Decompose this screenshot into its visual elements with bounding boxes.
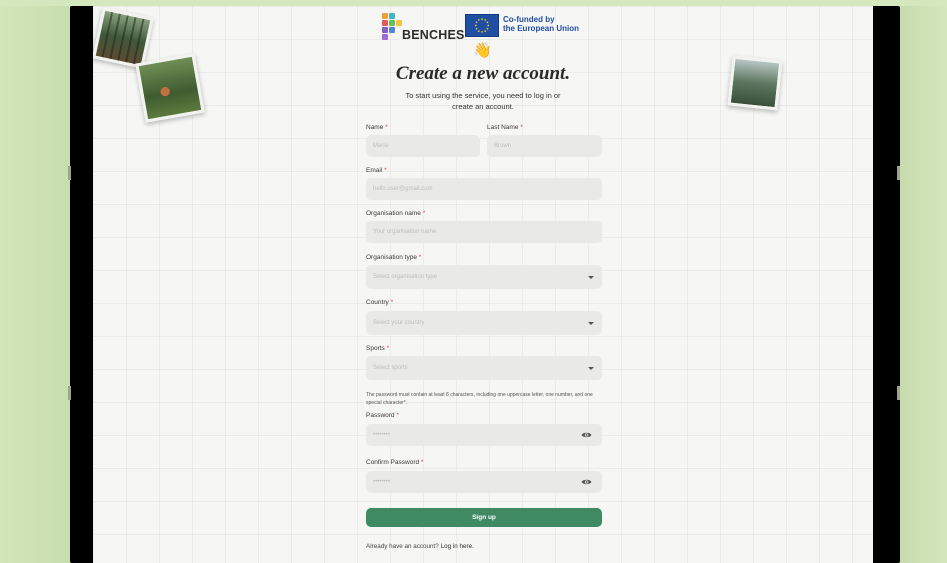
org-name-placeholder: Your organisation name (373, 229, 437, 235)
sign-up-button[interactable]: Sign up (366, 508, 602, 527)
login-prompt: Already have an account? Log in here. (366, 543, 474, 550)
login-prompt-text: Already have an account? (366, 543, 439, 550)
side-button (897, 386, 900, 400)
required-mark: * (520, 124, 523, 131)
country-placeholder: Select your country (373, 320, 425, 326)
last-name-label: Last Name * (487, 124, 523, 131)
required-mark: * (390, 299, 394, 306)
name-placeholder: Maria (373, 143, 389, 149)
waving-hand-icon: 👋 (473, 42, 492, 59)
org-type-placeholder: Select organisation type (373, 274, 438, 280)
confirm-password-input[interactable]: •••••••• (366, 471, 602, 493)
chevron-down-icon (588, 276, 594, 279)
org-name-label-text: Organisation name (366, 210, 421, 217)
side-button (897, 166, 900, 180)
password-label: Password * (366, 412, 399, 419)
side-button (68, 386, 71, 400)
country-label-text: Country (366, 299, 389, 306)
eye-icon[interactable] (581, 478, 592, 486)
required-mark: * (384, 167, 387, 174)
org-type-label-text: Organisation type (366, 254, 417, 261)
chevron-down-icon (588, 367, 594, 370)
sports-select[interactable]: Select sports (366, 356, 602, 380)
confirm-password-label-text: Confirm Password (366, 459, 420, 466)
email-placeholder: hello.user@gmail.com (373, 186, 433, 192)
last-name-label-text: Last Name (487, 124, 519, 131)
org-name-label: Organisation name * (366, 210, 425, 217)
side-button (68, 166, 71, 180)
page-title: Create a new account. (395, 63, 571, 84)
org-type-select[interactable]: Select organisation type (366, 265, 602, 289)
background-left (0, 0, 72, 563)
required-mark: * (385, 124, 388, 131)
page-subtitle: To start using the service, you need to … (383, 90, 583, 112)
last-name-placeholder: Brown (494, 143, 512, 149)
subtitle-line-1: To start using the service, you need to … (405, 91, 561, 100)
required-mark: * (420, 459, 424, 466)
screen: BENCHES Co-funded by the European Union … (93, 6, 873, 563)
name-label-text: Name (366, 124, 384, 131)
password-requirements: The password must contain at least 8 cha… (366, 392, 593, 406)
background-right (897, 0, 947, 563)
password-placeholder: •••••••• (373, 432, 390, 438)
email-input[interactable]: hello.user@gmail.com (366, 178, 602, 200)
required-mark: * (396, 412, 399, 419)
sports-placeholder: Select sports (373, 365, 408, 371)
country-select[interactable]: Select your country (366, 311, 602, 335)
confirm-password-placeholder: •••••••• (373, 479, 390, 485)
required-mark: * (386, 345, 390, 352)
chevron-down-icon (588, 322, 594, 325)
confirm-password-label: Confirm Password * (366, 459, 423, 466)
required-mark: * (422, 210, 426, 217)
email-label-text: Email (366, 167, 383, 174)
eu-cofunded-text: Co-funded by the European Union (503, 15, 579, 33)
subtitle-line-2: create an account. (452, 102, 514, 111)
name-label: Name * (366, 124, 388, 131)
sports-label-text: Sports (366, 345, 385, 352)
last-name-input[interactable]: Brown (487, 135, 602, 157)
login-link[interactable]: Log in here. (441, 543, 474, 550)
org-type-label: Organisation type * (366, 254, 421, 261)
country-label: Country * (366, 299, 393, 306)
eu-line-1: Co-funded by (503, 15, 555, 24)
password-label-text: Password (366, 412, 395, 419)
forest-photo (93, 7, 154, 69)
header-logos: BENCHES Co-funded by the European Union … (382, 11, 582, 63)
name-input[interactable]: Maria (366, 135, 480, 157)
sports-label: Sports * (366, 345, 389, 352)
password-input[interactable]: •••••••• (366, 424, 602, 446)
email-label: Email * (366, 167, 387, 174)
eu-flag-icon (465, 14, 499, 37)
org-name-input[interactable]: Your organisation name (366, 221, 602, 243)
benches-logo-text: BENCHES (402, 28, 465, 42)
required-mark: * (418, 254, 422, 261)
eye-icon[interactable] (581, 431, 592, 439)
eu-line-2: the European Union (503, 24, 579, 33)
